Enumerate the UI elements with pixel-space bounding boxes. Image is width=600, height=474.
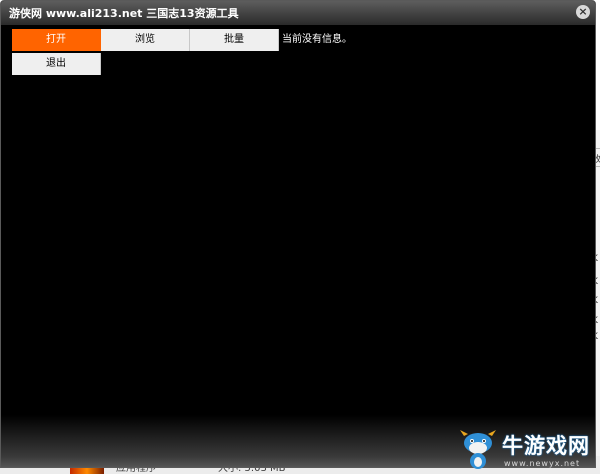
exit-button[interactable]: 退出 xyxy=(12,53,101,75)
close-button[interactable]: × xyxy=(576,5,590,19)
watermark-url: www.newyx.net xyxy=(504,459,581,468)
close-icon: × xyxy=(578,5,588,18)
window-title: 游侠网 www.ali213.net 三国志13资源工具 xyxy=(9,7,239,20)
browse-button[interactable]: 浏览 xyxy=(101,29,190,51)
cow-mascot-icon xyxy=(460,430,496,469)
site-watermark: 牛游戏网 www.newyx.net xyxy=(458,428,600,474)
app-window: 游侠网 www.ali213.net 三国志13资源工具 × 打开 浏览 批量 … xyxy=(0,0,596,468)
batch-button[interactable]: 批量 xyxy=(190,29,279,51)
status-message: 当前没有信息。 xyxy=(282,34,352,45)
open-button[interactable]: 打开 xyxy=(12,29,101,51)
watermark-brand-name: 牛游戏网 xyxy=(502,434,590,458)
title-bar[interactable]: 游侠网 www.ali213.net 三国志13资源工具 × xyxy=(1,1,595,25)
